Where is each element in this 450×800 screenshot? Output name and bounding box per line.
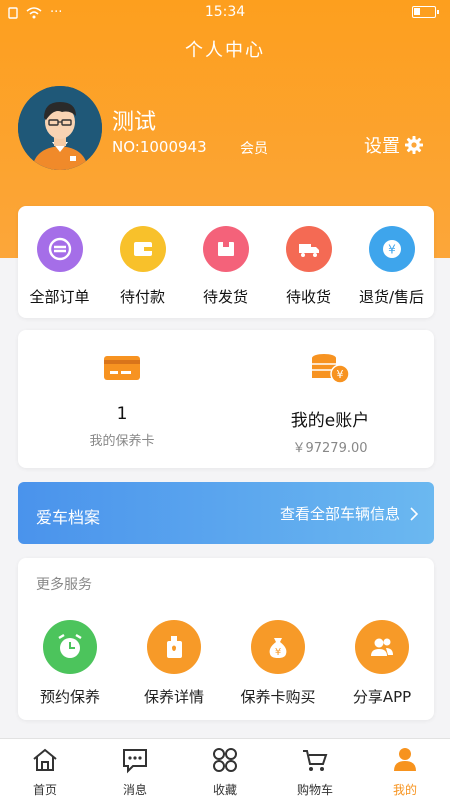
order-pending-payment[interactable]: 待付款 xyxy=(101,226,184,307)
order-label: 待发货 xyxy=(202,288,248,306)
tab-home[interactable]: 首页 xyxy=(0,745,90,798)
order-refund[interactable]: ¥ 退货/售后 xyxy=(350,226,433,307)
service-label: 保养卡购买 xyxy=(240,688,316,706)
e-account-balance: ￥97279.00 xyxy=(292,441,368,456)
wallet-icon xyxy=(119,226,166,272)
tab-label: 首页 xyxy=(32,783,57,797)
accounts-card: 1 我的保养卡 ¥ 我的e账户 ￥97279.00 xyxy=(18,330,434,468)
status-time: 15:34 xyxy=(204,4,246,20)
order-pending-receipt[interactable]: 待收货 xyxy=(267,226,350,307)
tab-profile[interactable]: 我的 xyxy=(360,745,450,798)
e-account-entry[interactable]: ¥ 我的e账户 ￥97279.00 xyxy=(226,350,434,456)
car-profile-title: 爱车档案 xyxy=(36,508,101,527)
oil-can-icon xyxy=(147,620,201,674)
order-label: 退货/售后 xyxy=(358,288,425,306)
home-icon xyxy=(33,748,57,771)
bottom-tab-bar: 首页 消息 收藏 购物车 我的 xyxy=(0,738,450,800)
order-label: 全部订单 xyxy=(29,288,90,306)
users-icon xyxy=(355,620,409,674)
status-bar: ··· 15:34 xyxy=(0,0,450,26)
card-count: 1 xyxy=(116,404,128,424)
message-icon xyxy=(123,749,147,774)
tab-label: 消息 xyxy=(122,783,147,797)
view-all-label: 查看全部车辆信息 xyxy=(279,505,400,523)
svg-text:¥: ¥ xyxy=(275,647,281,658)
order-pending-shipment[interactable]: 待发货 xyxy=(184,226,267,307)
order-label: 待付款 xyxy=(119,288,165,306)
user-number: NO:1000943 xyxy=(112,138,207,156)
chevron-right-icon xyxy=(410,506,418,521)
services-heading: 更多服务 xyxy=(36,577,92,593)
e-account-title: 我的e账户 xyxy=(290,411,370,431)
avatar-illustration xyxy=(18,86,102,170)
coins-icon: ¥ xyxy=(312,354,350,384)
profile-icon xyxy=(394,748,416,771)
settings-label: 设置 xyxy=(364,136,400,157)
order-label: 待收货 xyxy=(285,288,331,306)
service-label: 分享APP xyxy=(352,688,412,706)
maintenance-card-entry[interactable]: 1 我的保养卡 xyxy=(18,350,226,449)
settings-button[interactable]: 设置 xyxy=(364,132,424,158)
truck-icon xyxy=(285,226,332,272)
user-name: 测试 xyxy=(112,110,157,135)
card-label: 我的保养卡 xyxy=(89,434,155,449)
tab-favorites[interactable]: 收藏 xyxy=(180,745,270,798)
tab-label: 我的 xyxy=(392,783,417,797)
orders-card: 全部订单 待付款 待发货 待收货 ¥ 退货/售后 xyxy=(18,206,434,318)
tab-cart[interactable]: 购物车 xyxy=(270,745,360,798)
svg-text:¥: ¥ xyxy=(388,243,396,257)
service-label: 保养详情 xyxy=(143,688,204,706)
tab-messages[interactable]: 消息 xyxy=(90,745,180,798)
member-level: 会员 xyxy=(240,141,268,157)
battery-icon xyxy=(412,6,439,18)
tab-label: 购物车 xyxy=(296,783,333,797)
page-title: 个人中心 xyxy=(185,40,265,61)
avatar[interactable] xyxy=(18,86,102,170)
car-profile-banner[interactable]: 爱车档案 查看全部车辆信息 xyxy=(18,482,434,544)
service-maintenance-details[interactable]: 保养详情 xyxy=(122,620,226,707)
order-all[interactable]: 全部订单 xyxy=(18,226,101,307)
more-services-card: 更多服务 预约保养 保养详情 ¥ 保养卡购买 分享APP xyxy=(18,558,434,720)
view-all-vehicles-link[interactable]: 查看全部车辆信息 xyxy=(280,503,418,524)
money-bag-icon: ¥ xyxy=(251,620,305,674)
cart-icon xyxy=(303,750,328,771)
service-label: 预约保养 xyxy=(39,688,100,706)
tab-label: 收藏 xyxy=(212,783,237,797)
svg-text:¥: ¥ xyxy=(337,368,344,381)
refund-icon: ¥ xyxy=(368,226,415,272)
all-orders-icon xyxy=(36,226,83,272)
service-buy-card[interactable]: ¥ 保养卡购买 xyxy=(226,620,330,707)
service-share-app[interactable]: 分享APP xyxy=(330,620,434,707)
service-book-maintenance[interactable]: 预约保养 xyxy=(18,620,122,707)
gear-icon xyxy=(405,136,423,154)
package-icon xyxy=(202,226,249,272)
bank-card-icon xyxy=(104,356,140,380)
favorites-icon xyxy=(213,748,237,772)
alarm-clock-icon xyxy=(43,620,97,674)
